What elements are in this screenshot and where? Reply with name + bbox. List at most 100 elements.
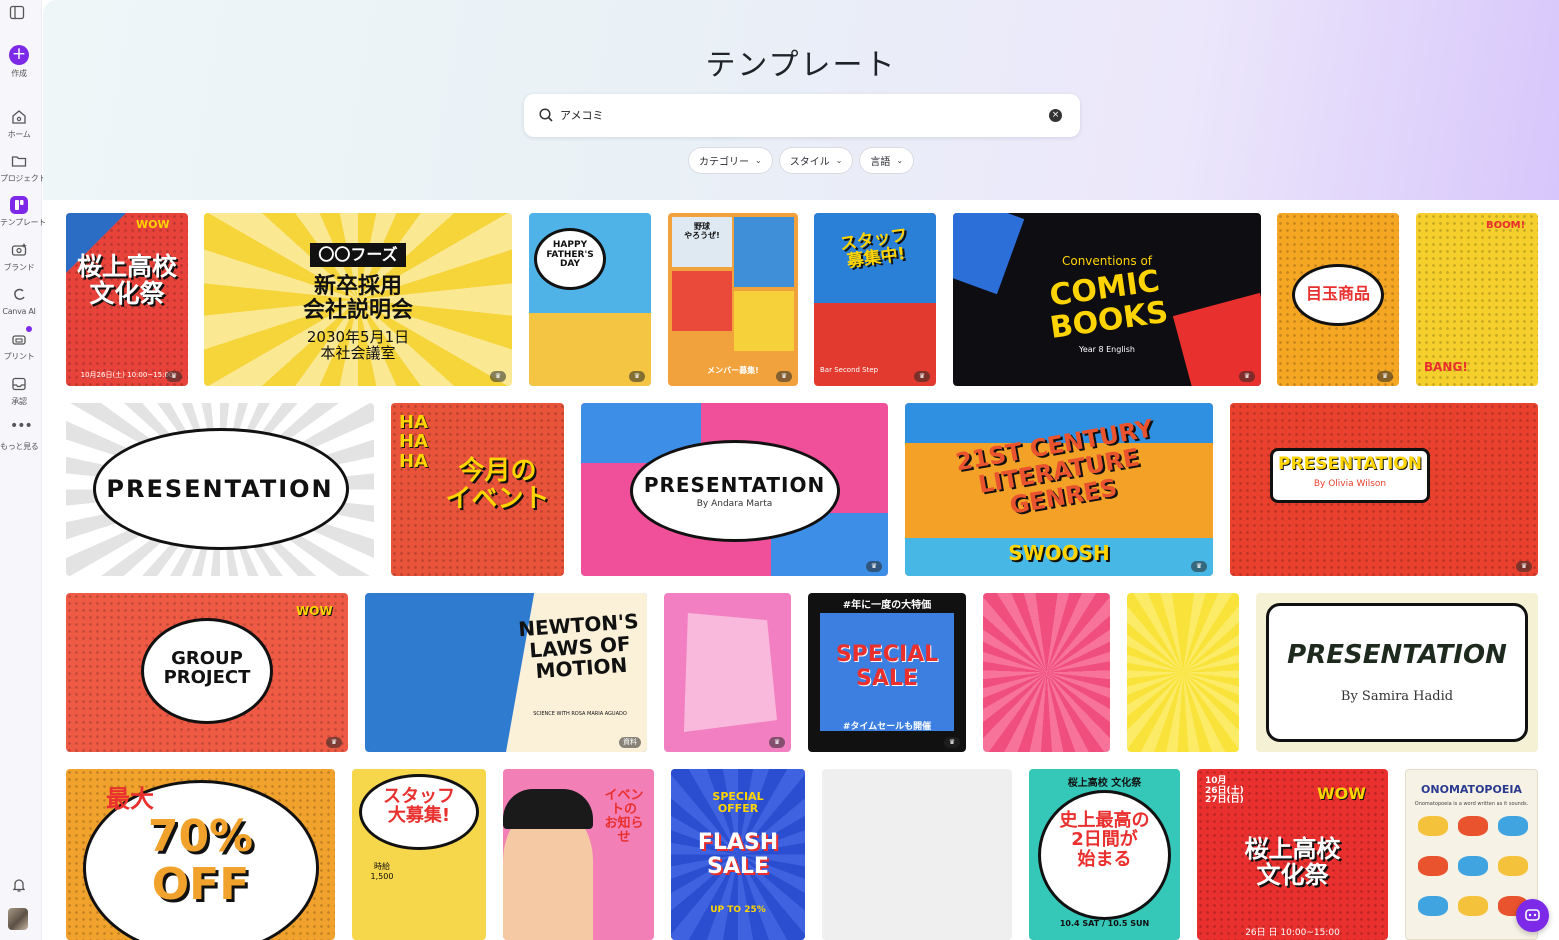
notification-dot	[26, 326, 32, 332]
template-card[interactable]: 10月 26日(土) 27日(日) WOW 桜上高校 文化祭 26日 日 10:…	[1197, 769, 1388, 940]
crown-icon: ♛	[914, 371, 930, 382]
assistant-button[interactable]	[1516, 899, 1549, 932]
search-bar[interactable]: ×	[524, 94, 1080, 137]
template-card[interactable]: PRESENTATION By Andara Marta ♛	[581, 403, 888, 576]
card-kicker: 桜上高校 文化祭	[1067, 778, 1142, 789]
page-title: テンプレート	[705, 48, 897, 83]
filter-label: 言語	[870, 157, 891, 168]
clear-search-icon[interactable]: ×	[1049, 109, 1062, 122]
card-subtitle: By Andara Marta	[696, 499, 773, 509]
template-card[interactable]: ♛	[664, 593, 791, 752]
card-title: 新卒採用 会社説明会	[302, 274, 413, 323]
assistant-icon	[1525, 909, 1540, 921]
crown-icon: ♛	[1377, 371, 1393, 382]
print-icon	[10, 330, 28, 348]
template-card[interactable]: HAPPY FATHER'S DAY ♛	[529, 213, 651, 386]
card-title: 今月の イベント	[445, 456, 550, 515]
template-card[interactable]: スタッフ 大募集! 時給 1,500	[352, 769, 486, 940]
filter-style[interactable]: スタイル ⌄	[778, 147, 854, 174]
card-title: ONOMATOPOEIA	[1421, 783, 1522, 796]
template-card[interactable]: Conventions of COMIC BOOKS Year 8 Englis…	[953, 213, 1261, 386]
sidebar-item-label: Canva AI	[2, 307, 36, 316]
sidebar-item-label: もっと見る	[0, 442, 39, 451]
card-subtitle: SCIENCE WITH ROSA MARIA AGUADO	[533, 711, 627, 717]
card-title: 野球 やろうぜ!	[684, 222, 720, 240]
template-card[interactable]: SPECIAL OFFER FLASH SALE UP TO 25%	[671, 769, 805, 940]
template-card[interactable]: 野球 やろうぜ! メンバー募集! ♛	[668, 213, 798, 386]
crown-icon: ♛	[1239, 371, 1255, 382]
crown-icon: ♛	[1191, 561, 1207, 572]
card-subtitle: #タイムセールも開催	[842, 722, 932, 732]
template-card[interactable]: BOOM! BANG!	[1416, 213, 1538, 386]
template-card[interactable]: #年に一度の大特価 SPECIAL SALE #タイムセールも開催 ♛	[808, 593, 966, 752]
filter-category[interactable]: カテゴリー ⌄	[688, 147, 773, 174]
template-card[interactable]: NEWTON'S LAWS OF MOTION SCIENCE WITH ROS…	[365, 593, 647, 752]
filter-bar: カテゴリー ⌄ スタイル ⌄ 言語 ⌄	[688, 147, 915, 174]
card-title: スタッフ 大募集!	[383, 786, 455, 827]
search-input[interactable]	[560, 103, 1030, 127]
sidebar-item-approvals[interactable]: 承認	[0, 375, 38, 407]
sidebar-item-label: ブランド	[3, 263, 35, 272]
sidebar-item-projects[interactable]: プロジェクト	[0, 152, 47, 184]
template-card[interactable]: 目玉商品 ♛	[1277, 213, 1399, 386]
template-icon	[10, 196, 28, 214]
template-card[interactable]: スタッフ 募集中! Bar Second Step ♛	[814, 213, 936, 386]
card-title: NEWTON'S LAWS OF MOTION	[517, 608, 640, 684]
sidebar-item-canva-ai[interactable]: Canva AI	[0, 286, 38, 316]
template-card[interactable]: 〇〇フーズ 新卒採用 会社説明会 2030年5月1日 本社会議室 ♛	[204, 213, 512, 386]
card-title: SPECIAL SALE	[835, 642, 939, 691]
card-title: 桜上高校 文化祭	[1244, 835, 1341, 889]
template-card[interactable]: PRESENTATION	[66, 403, 374, 576]
sidebar-toggle-icon[interactable]	[9, 5, 27, 21]
card-kicker: BOOM!	[1486, 220, 1526, 231]
plus-icon: +	[9, 45, 29, 65]
chevron-down-icon: ⌄	[755, 156, 762, 165]
filter-language[interactable]: 言語 ⌄	[859, 147, 915, 174]
sidebar-item-home[interactable]: ホーム	[0, 108, 38, 140]
notifications-button[interactable]	[0, 876, 38, 894]
template-card[interactable]	[983, 593, 1110, 752]
sidebar: + 作成 ホーム プロジェクト テンプレート ブランド Canva AI プリン…	[0, 0, 47, 940]
template-card[interactable]: WOW GROUP PROJECT ♛	[66, 593, 348, 752]
template-card[interactable]: イベントの お知らせ	[503, 769, 654, 940]
card-subtitle: By Olivia Wilson	[1313, 479, 1387, 489]
card-kicker: #年に一度の大特価	[842, 600, 932, 611]
template-card[interactable]: 桜上高校 文化祭 史上最高の 2日間が 始まる 10.4 SAT / 10.5 …	[1029, 769, 1180, 940]
sidebar-item-brand[interactable]: ブランド	[0, 241, 38, 273]
folder-icon	[10, 152, 28, 170]
template-card[interactable]: 最大 70% OFF	[66, 769, 335, 940]
template-card[interactable]: PRESENTATION By Samira Hadid	[1256, 593, 1538, 752]
card-subtitle: 10.4 SAT / 10.5 SUN	[1059, 919, 1150, 928]
card-title: FLASH SALE	[697, 830, 779, 879]
create-button[interactable]: + 作成	[0, 45, 38, 79]
template-card[interactable]	[1127, 593, 1239, 752]
badge-text: WOW	[136, 218, 170, 231]
more-icon: •••	[10, 418, 33, 434]
card-date: 2030年5月1日 本社会議室	[306, 328, 410, 363]
filter-label: スタイル	[789, 157, 830, 168]
sidebar-item-label: プリント	[3, 352, 35, 361]
card-title: 目玉商品	[1305, 284, 1370, 303]
template-card-loading[interactable]	[822, 769, 1012, 940]
card-title: イベントの お知らせ	[604, 788, 644, 846]
card-title: HAPPY FATHER'S DAY	[546, 240, 594, 270]
card-subtitle: 時給 1,500	[370, 862, 394, 881]
card-kicker: SPECIAL OFFER	[712, 790, 764, 815]
card-title: PRESENTATION	[1287, 640, 1507, 670]
template-card[interactable]: WOW 桜上高校 文化祭 10月26日(土) 10:00~15:00 ♛	[66, 213, 188, 386]
template-card[interactable]: PRESENTATION By Olivia Wilson ♛	[1230, 403, 1538, 576]
crown-icon: ♛	[769, 737, 785, 748]
template-card[interactable]: HA HA HA 今月の イベント	[391, 403, 564, 576]
bell-icon	[10, 876, 28, 894]
sidebar-item-print[interactable]: プリント	[0, 326, 38, 362]
card-subtitle: Onomatopoeia is a word written as it sou…	[1414, 801, 1529, 807]
card-title: GROUP PROJECT	[163, 648, 251, 689]
sidebar-item-more[interactable]: ••• もっと見る	[0, 418, 39, 452]
card-title: PRESENTATION	[106, 475, 334, 503]
inbox-icon	[10, 375, 28, 393]
template-card[interactable]: 21ST CENTURY LITERATURE GENRES SWOOSH ♛	[905, 403, 1213, 576]
avatar[interactable]	[8, 908, 28, 930]
sidebar-item-templates[interactable]: テンプレート	[0, 196, 46, 228]
sidebar-item-label: プロジェクト	[0, 174, 47, 183]
sidebar-item-label: ホーム	[7, 130, 31, 139]
